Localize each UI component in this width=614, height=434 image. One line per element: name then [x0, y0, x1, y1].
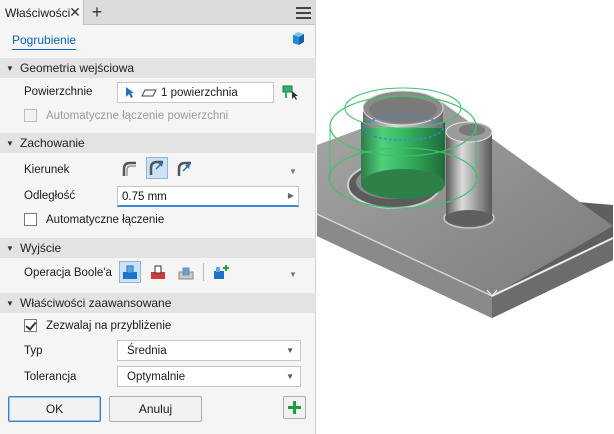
- chevron-down-icon[interactable]: ▼: [289, 270, 297, 279]
- tab-bar: Właściwości ✕ +: [0, 0, 316, 25]
- auto-blend-label: Automatyczne łączenie: [46, 214, 165, 226]
- type-label: Typ: [24, 345, 43, 357]
- hamburger-menu-icon[interactable]: [296, 7, 311, 19]
- section-advanced[interactable]: ▼ Właściwości zaawansowane: [0, 293, 316, 313]
- section-input-geometry[interactable]: ▼ Geometria wejściowa: [0, 58, 316, 78]
- properties-panel: Właściwości ✕ + Pogrubienie ▼ Geometria …: [0, 0, 316, 434]
- allow-approximation-checkbox[interactable]: [24, 319, 37, 332]
- allow-approximation-label: Zezwalaj na przybliżenie: [46, 320, 172, 332]
- tab-properties-label: Właściwości: [5, 5, 71, 20]
- surfaces-label: Powierzchnie: [24, 86, 93, 98]
- section-output[interactable]: ▼ Wyjście: [0, 238, 316, 258]
- tolerance-value: Optymalnie: [127, 371, 186, 383]
- chevron-down-icon: ▼: [286, 346, 294, 355]
- direction-2-button[interactable]: [146, 157, 168, 179]
- direction-side-1-icon: [122, 161, 136, 176]
- direction-symmetric-button[interactable]: [174, 158, 196, 180]
- select-cursor-icon: [126, 87, 134, 98]
- tab-properties[interactable]: Właściwości ✕: [0, 0, 84, 25]
- new-solid-icon: [214, 265, 229, 279]
- plus-icon[interactable]: +: [89, 3, 105, 21]
- tolerance-dropdown[interactable]: Optymalnie ▼: [117, 366, 301, 387]
- chevron-right-icon[interactable]: ▶: [288, 191, 294, 200]
- auto-chain-surfaces-label: Automatyczne łączenie powierzchni: [46, 110, 229, 122]
- collapse-chevron-icon: ▼: [6, 243, 14, 253]
- section-title: Geometria wejściowa: [20, 61, 135, 75]
- direction-side-2-icon: [149, 160, 164, 175]
- part-model-image: [316, 87, 614, 318]
- section-title: Właściwości zaawansowane: [20, 296, 172, 310]
- close-icon[interactable]: ✕: [68, 5, 82, 19]
- distance-input[interactable]: [122, 189, 282, 204]
- type-value: Średnia: [127, 345, 167, 357]
- toolbar-separator: [203, 263, 204, 281]
- feature-title[interactable]: Pogrubienie: [12, 33, 77, 50]
- direction-label: Kierunek: [24, 164, 70, 176]
- plus-icon: [288, 401, 301, 414]
- graphics-viewport[interactable]: [316, 0, 614, 434]
- ok-button[interactable]: OK: [8, 396, 101, 422]
- collapse-chevron-icon: ▼: [6, 138, 14, 148]
- feature-header: Pogrubienie: [0, 26, 316, 56]
- section-title: Zachowanie: [20, 136, 85, 150]
- boolean-cut-button[interactable]: [147, 261, 169, 283]
- boolean-intersect-button[interactable]: [175, 261, 197, 283]
- chevron-down-icon: ▼: [286, 372, 294, 381]
- surfaces-value: 1 powierzchnia: [161, 87, 238, 99]
- collapse-chevron-icon: ▼: [6, 298, 14, 308]
- collapse-chevron-icon: ▼: [6, 63, 14, 73]
- join-icon: [123, 265, 137, 279]
- boolean-label: Operacja Boole'a: [24, 267, 112, 279]
- auto-chain-surfaces-checkbox[interactable]: [24, 109, 37, 122]
- direction-1-button[interactable]: [119, 158, 141, 180]
- apply-button[interactable]: [283, 396, 306, 419]
- surfaces-selector[interactable]: 1 powierzchnia: [117, 82, 274, 103]
- cancel-button[interactable]: Anuluj: [109, 396, 202, 422]
- distance-field[interactable]: ▶: [117, 186, 299, 207]
- direction-symmetric-icon: [177, 161, 191, 176]
- new-solid-button[interactable]: [210, 261, 232, 283]
- cut-icon: [151, 265, 165, 279]
- distance-label: Odległość: [24, 190, 76, 202]
- section-behavior[interactable]: ▼ Zachowanie: [0, 133, 316, 153]
- auto-blend-checkbox[interactable]: [24, 213, 37, 226]
- thicken-cube-icon: [293, 32, 304, 45]
- tolerance-label: Tolerancja: [24, 371, 77, 383]
- chevron-down-icon[interactable]: ▼: [289, 167, 297, 176]
- type-dropdown[interactable]: Średnia ▼: [117, 340, 301, 361]
- intersect-icon: [178, 267, 194, 280]
- surface-icon: [141, 89, 157, 97]
- section-title: Wyjście: [20, 241, 62, 255]
- surface-chain-icon[interactable]: [282, 84, 300, 100]
- boolean-join-button[interactable]: [119, 261, 141, 283]
